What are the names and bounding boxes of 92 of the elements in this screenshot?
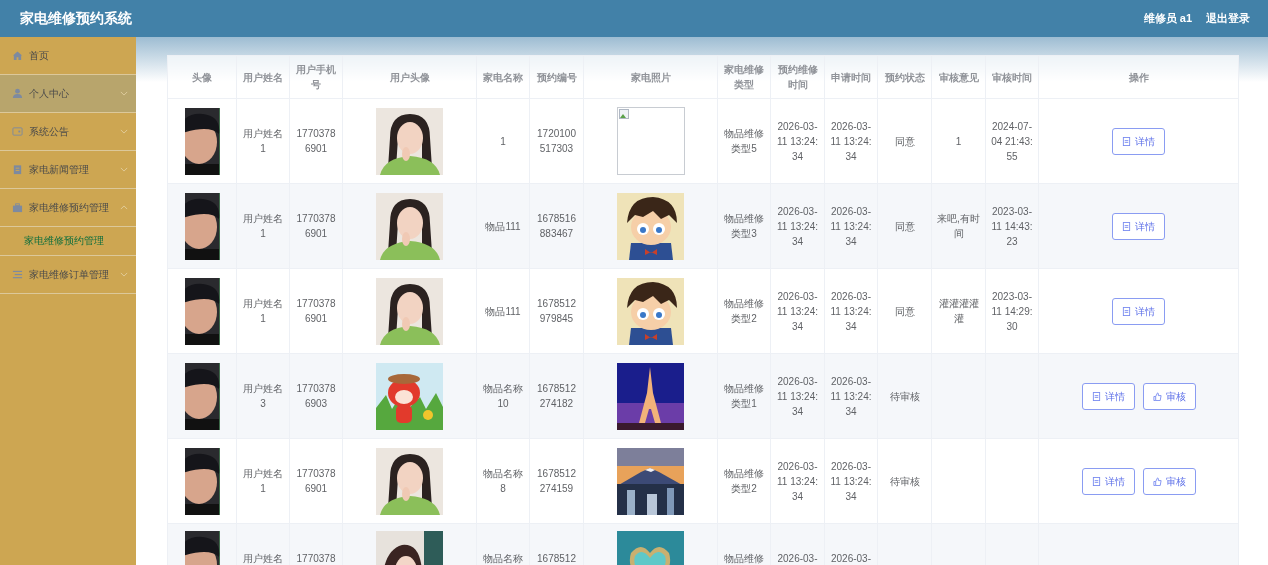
- table-cell: 1: [955, 135, 962, 147]
- document-icon: [1122, 136, 1131, 146]
- table-cell: 2026-03-11 13:24:34: [777, 120, 818, 162]
- table-cell: 2026-03-11 13:24:34: [830, 375, 872, 417]
- column-header: 家电维修类型: [724, 64, 764, 90]
- column-header: 用户姓名: [243, 71, 283, 83]
- table-cell: 17703786901: [296, 298, 336, 324]
- table-cell: 2026-03-: [831, 553, 871, 564]
- table-cell: 用户姓名3: [243, 383, 283, 409]
- table-cell: 物品维修类型5: [724, 128, 764, 154]
- table-cell: 2026-03-11 13:24:34: [830, 460, 872, 502]
- column-header: 预约编号: [536, 71, 577, 83]
- column-header: 用户头像: [389, 71, 430, 83]
- table-cell: 2026-03-11 13:24:34: [830, 205, 872, 247]
- table-cell: 2023-03-11 14:43:23: [991, 205, 1033, 247]
- column-header: 家电照片: [630, 71, 671, 83]
- list-icon: [12, 269, 23, 280]
- clipboard-icon: [12, 164, 23, 175]
- app-title: 家电维修预约系统: [20, 9, 132, 28]
- table-cell: 用户姓名1: [243, 298, 283, 324]
- table-cell: 物品维修类型2: [724, 468, 764, 494]
- column-header: 预约维修时间: [777, 64, 818, 90]
- table-cell: 2026-03-11 13:24:34: [777, 290, 818, 332]
- table-cell: 1720100517303: [537, 128, 576, 154]
- document-icon: [1122, 306, 1131, 316]
- table-cell: 用户姓名1: [243, 128, 283, 154]
- table-cell: 用户姓名1: [243, 213, 283, 239]
- table-cell: 1770378: [296, 553, 336, 564]
- column-header: 用户手机号: [296, 64, 336, 90]
- table-cell: 用户姓名: [243, 553, 283, 564]
- table-cell: 同意: [894, 305, 915, 317]
- table-cell: 灌灌灌灌灌: [938, 298, 979, 324]
- table-cell: 物品名称8: [483, 468, 523, 494]
- table-cell: 物品名称: [483, 553, 523, 564]
- column-header: 头像: [192, 71, 212, 83]
- table-cell: 物品维修类型2: [724, 298, 764, 324]
- table-cell: 17703786901: [296, 128, 336, 154]
- table-cell: 2023-03-11 14:29:30: [991, 290, 1033, 332]
- table-cell: 物品维修类型3: [724, 213, 764, 239]
- detail-button[interactable]: 详情: [1112, 297, 1165, 325]
- detail-button[interactable]: 详情: [1081, 467, 1135, 495]
- table-cell: 2026-03-11 13:24:34: [777, 375, 818, 417]
- table-cell: 2026-03-11 13:24:34: [830, 290, 872, 332]
- review-button[interactable]: 审核: [1142, 467, 1196, 495]
- table-cell: 待审核: [889, 475, 920, 487]
- column-header: 预约状态: [884, 71, 925, 83]
- document-icon: [1091, 391, 1101, 401]
- document-icon: [1091, 476, 1101, 486]
- table-cell: 来吧,有时间: [937, 213, 980, 239]
- review-button[interactable]: 审核: [1142, 382, 1196, 410]
- table-cell: 17703786901: [296, 213, 336, 239]
- detail-button[interactable]: 详情: [1081, 382, 1135, 410]
- logout-link[interactable]: 退出登录: [1206, 11, 1250, 26]
- thumbs-up-icon: [1152, 391, 1162, 401]
- document-icon: [1122, 221, 1131, 231]
- notice-icon: [12, 126, 23, 137]
- table-cell: 2026-03-11 13:24:34: [777, 205, 818, 247]
- home-icon: [12, 50, 23, 61]
- table-cell: 物品111: [485, 220, 521, 232]
- table-cell: 物品111: [485, 305, 521, 317]
- table-cell: 同意: [894, 220, 915, 232]
- table-cell: 2026-03-11 13:24:34: [830, 120, 872, 162]
- column-header: 家电名称: [483, 71, 523, 83]
- column-header: 操作: [1128, 71, 1149, 83]
- table-cell: 2024-07-04 21:43:55: [991, 120, 1033, 162]
- table-cell: 17703786903: [296, 383, 336, 409]
- broken-image-icon: [618, 109, 629, 119]
- table-cell: 同意: [894, 135, 915, 147]
- detail-button[interactable]: 详情: [1112, 212, 1165, 240]
- column-header: 申请时间: [831, 71, 871, 83]
- thumbs-up-icon: [1152, 476, 1162, 486]
- menu-item[interactable]: 个人中心: [0, 75, 136, 113]
- table-cell: 用户姓名1: [243, 468, 283, 494]
- table-cell: 1678512: [537, 553, 576, 564]
- detail-button[interactable]: 详情: [1112, 127, 1165, 155]
- table-cell: 1678516883467: [537, 213, 576, 239]
- table-cell: 物品名称10: [483, 383, 523, 409]
- table-cell: 17703786901: [296, 468, 336, 494]
- table-cell: 1: [500, 135, 506, 147]
- briefcase-icon: [12, 202, 23, 213]
- table-cell: 2026-03-: [777, 553, 818, 564]
- user-name: 维修员 a1: [1143, 11, 1192, 26]
- table-cell: 1678512979845: [537, 298, 576, 324]
- table-cell: 1678512274159: [537, 468, 576, 494]
- table-cell: 2026-03-11 13:24:34: [777, 460, 818, 502]
- table-cell: 1678512274182: [537, 383, 576, 409]
- column-header: 审核意见: [938, 71, 979, 83]
- table-cell: 物品维修: [724, 553, 764, 564]
- column-header: 审核时间: [992, 71, 1032, 83]
- table-cell: 待审核: [889, 390, 920, 402]
- table-cell: 物品维修类型1: [724, 383, 764, 409]
- person-icon: [12, 88, 23, 99]
